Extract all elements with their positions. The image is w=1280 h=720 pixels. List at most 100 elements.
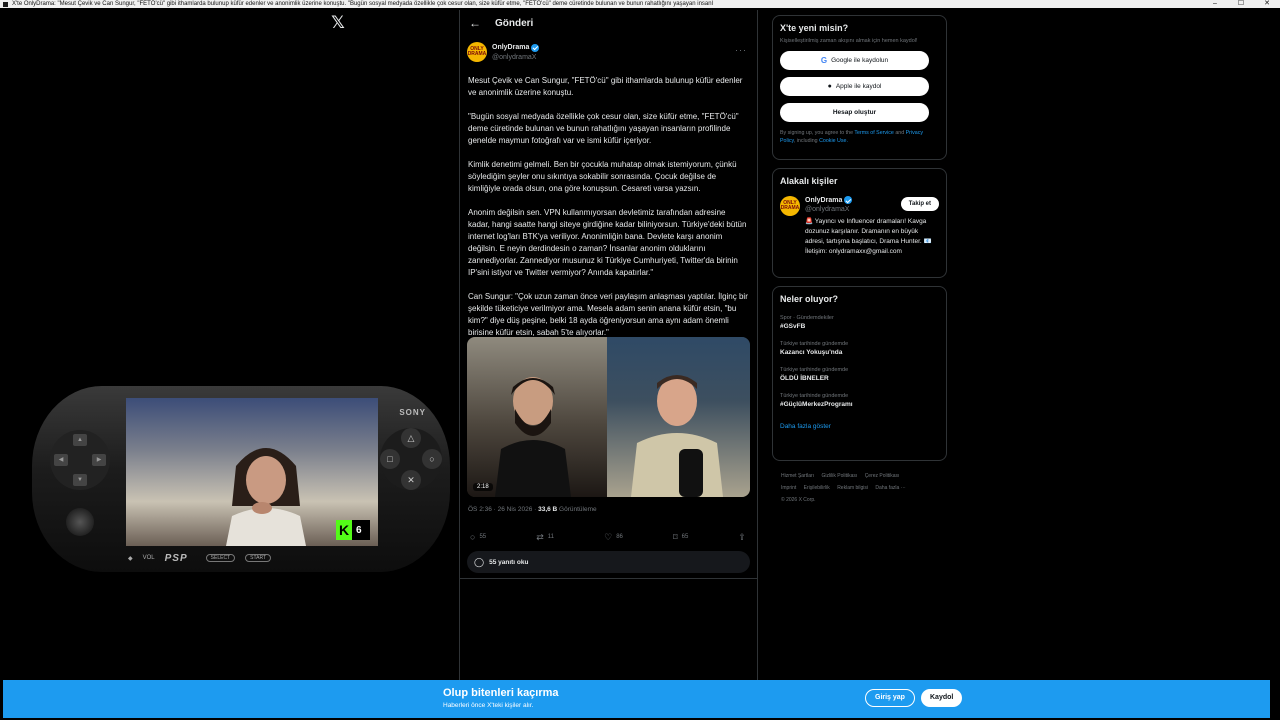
footer-link[interactable]: Imprint [781,485,796,491]
footer-link[interactable]: Hizmet Şartları [781,473,814,479]
login-button[interactable]: Giriş yap [865,689,915,707]
related-name[interactable]: OnlyDrama [805,197,842,204]
face-buttons: △ □ ○ ✕ [380,428,442,490]
circle-button-icon: ○ [422,449,442,469]
bookmark-count: 65 [681,534,689,540]
share-icon: ⇪ [738,531,746,542]
reply-icon: ○ [470,532,476,542]
verified-badge-icon [844,196,853,204]
author-name-link[interactable]: OnlyDrama [492,43,540,52]
cookie-link[interactable]: Cookie Use. [819,138,848,144]
trend-item[interactable]: Türkiye tarihinde gündemde Kazancı Yokuş… [780,341,939,356]
dpad-left-icon: ◀ [54,454,68,466]
trend-category: Türkiye tarihinde gündemde [780,393,849,399]
view-count: 33,6 B [538,506,558,513]
footer-link[interactable]: Erişilebilirlik [804,485,830,491]
webcam-feed: K 6 [126,398,378,546]
signup-subtitle: Kişiselleştirilmiş zaman akışını almak i… [780,38,918,44]
tweet-paragraph: Can Sungur: "Çok uzun zaman önce veri pa… [468,292,748,337]
trend-category: Türkiye tarihinde gündemde [780,341,849,347]
related-handle[interactable]: @onlydramaX [805,206,852,213]
footer-link[interactable]: Çerez Politikası [865,473,900,479]
trend-name: #GSvFB [780,323,806,330]
related-user[interactable]: ONLY DRAMA OnlyDrama @onlydramaX Takip e… [780,196,939,216]
like-count: 86 [616,534,623,540]
person-left-figure [495,377,571,497]
google-icon: G [820,56,828,65]
reply-count: 55 [479,534,487,540]
trends-panel: Neler oluyor? Spor · Gündemdekiler #GSvF… [772,286,947,461]
heart-icon: ♡ [604,531,613,542]
more-options-icon[interactable]: ··· [735,45,747,55]
trend-item[interactable]: Spor · Gündemdekiler #GSvFB [780,315,939,330]
trend-name: ÖLDÜ İBNELER [780,375,829,382]
footer-link[interactable]: Reklam bilgisi [837,485,868,491]
kick-logo-icon: K [336,520,352,540]
maximize-button[interactable]: ☐ [1228,0,1254,8]
verified-badge-icon [531,43,540,52]
psp-brand: SONY [399,408,426,417]
avatar[interactable]: ONLY DRAMA [780,196,800,216]
window-titlebar: X'te OnlyDrama: "Mesut Çevik ve Can Sung… [0,0,1280,8]
apple-signup-button[interactable]: ● Apple ile kaydol [780,77,929,96]
dpad-up-icon: ▲ [73,434,87,446]
share-button[interactable]: ⇪ [738,532,750,543]
signup-terms: By signing up, you agree to the Terms of… [780,130,939,145]
tweet-video[interactable]: 2:18 [467,337,750,497]
show-more-link[interactable]: Daha fazla göster [780,423,939,430]
analog-stick-icon [66,508,94,536]
reply-button[interactable]: ○ 55 [470,532,486,542]
avatar[interactable]: ONLY DRAMA [467,42,487,62]
repost-button[interactable]: ⇄ 11 [536,532,554,543]
trends-title: Neler oluyor? [780,294,839,304]
terms-including: , including [793,137,820,144]
apple-icon: ● [827,83,832,90]
back-arrow-icon[interactable]: ← [469,16,487,30]
tweet-paragraph: Anonim değilsin sen. VPN kullanmıyorsan … [468,208,747,277]
bookmark-button[interactable]: ⌑ 65 [673,532,688,543]
square-button-icon: □ [380,449,400,469]
follow-button[interactable]: Takip et [900,197,939,211]
related-bio: 🚨 Yayıncı ve Influencer dramaları! Kavga… [805,218,932,255]
tweet-paragraph: Mesut Çevik ve Can Sungur, "FETÖ'cü" gib… [468,76,743,97]
read-replies-button[interactable]: ◯ 55 yanıtı oku [467,551,750,573]
window-title: X'te OnlyDrama: "Mesut Çevik ve Can Sung… [12,1,713,7]
page-title: Gönderi [495,17,534,29]
signup-button[interactable]: Kaydol [921,689,963,707]
kick-viewer-badge: K 6 [336,520,370,540]
post-column: ← Gönderi ONLY DRAMA OnlyDrama @onlydram… [459,10,758,680]
triangle-button-icon: △ [401,428,421,448]
tweet-paragraph: "Bugün sosyal medyada özellikle çok cesu… [468,112,739,145]
tweet-meta: ÖS 2:36 · 26 Nis 2026 · 33,6 B Görüntüle… [468,506,597,513]
signup-panel: X'te yeni misin? Kişiselleştirilmiş zama… [772,15,947,160]
create-account-button[interactable]: Hesap oluştur [780,103,929,122]
tweet-author: ONLY DRAMA OnlyDrama @onlydramaX ··· [460,39,757,65]
google-signup-button[interactable]: G Google ile kaydolun [780,51,929,70]
terms-link[interactable]: Terms of Service [854,130,893,136]
trend-category: Türkiye tarihinde gündemde [780,367,849,373]
x-logo-icon[interactable]: 𝕏 [329,14,347,32]
dpad: ▲ ▼ ◀ ▶ [50,430,110,490]
minimize-button[interactable]: – [1202,0,1228,8]
video-duration: 2:18 [473,483,493,491]
post-header: ← Gönderi [460,10,757,36]
tweet-actions: ○ 55 ⇄ 11 ♡ 86 ⌑ 65 ⇪ [470,530,750,544]
footer-link[interactable]: Daha fazla ··· [875,485,905,491]
trend-item[interactable]: Türkiye tarihinde gündemde #GüçlüMerkezP… [780,393,939,408]
footer-links: Hizmet Şartları Gizlilik Politikası Çere… [781,470,941,506]
related-title: Alakalı kişiler [780,176,838,186]
playstation-icon: ◆ [128,555,133,562]
like-button[interactable]: ♡ 86 [604,532,623,543]
chat-bubble-icon: ◯ [474,556,485,567]
psp-bottom-controls: ◆ VOL PSP SELECT START [128,552,376,564]
bookmark-icon: ⌑ [673,531,678,542]
trend-category: Spor · Gündemdekiler [780,315,834,321]
tweet-time[interactable]: ÖS 2:36 · 26 Nis 2026 · [468,506,538,513]
trend-item[interactable]: Türkiye tarihinde gündemde ÖLDÜ İBNELER [780,367,939,382]
close-button[interactable]: ✕ [1254,0,1280,8]
author-handle[interactable]: @onlydramaX [492,54,539,61]
microphone-icon [679,449,703,497]
author-name[interactable]: OnlyDrama [492,44,529,51]
footer-link[interactable]: Gizlilik Politikası [821,473,857,479]
apple-signup-label: Apple ile kaydol [835,83,882,90]
